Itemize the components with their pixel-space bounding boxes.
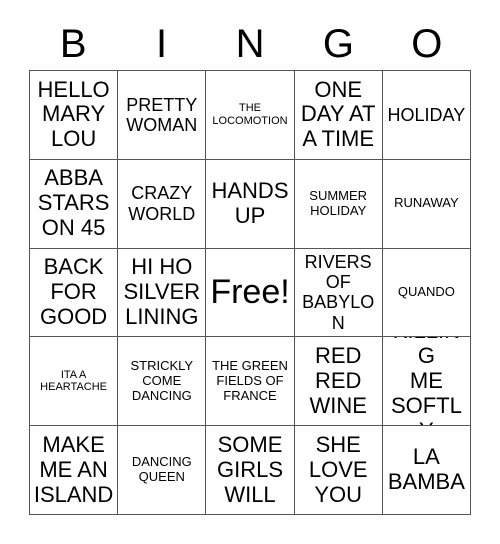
bingo-cell-label: THE GREEN FIELDS OF FRANCE — [212, 358, 288, 403]
bingo-cell[interactable]: RUNAWAY — [382, 159, 471, 249]
bingo-header-letter-o: O — [411, 22, 443, 66]
bingo-cell[interactable]: HELLO MARY LOU — [30, 71, 119, 160]
bingo-cell[interactable]: THE LOCOMOTION — [206, 71, 295, 160]
bingo-cell-label: HOLIDAY — [387, 104, 466, 125]
bingo-header-letter-b: B — [59, 22, 87, 66]
bingo-cell[interactable]: THE GREEN FIELDS OF FRANCE — [206, 337, 295, 427]
bingo-cell[interactable]: PRETTY WOMAN — [118, 71, 207, 160]
bingo-cell[interactable]: HOLIDAY — [382, 71, 471, 160]
bingo-cell[interactable]: ONE DAY AT A TIME — [294, 71, 383, 160]
bingo-header-letter-n: N — [235, 22, 265, 66]
bingo-cell[interactable]: STRICKLY COME DANCING — [118, 337, 207, 427]
bingo-cell[interactable]: BACK FOR GOOD — [30, 248, 119, 338]
bingo-cell[interactable]: HI HO SILVER LINING — [118, 248, 207, 338]
bingo-cell-label: RUNAWAY — [394, 195, 459, 211]
bingo-cell[interactable]: RED RED WINE — [294, 337, 383, 427]
bingo-cell-label: SOME GIRLS WILL — [216, 431, 283, 507]
bingo-cell-label: ONE DAY AT A TIME — [300, 76, 376, 152]
bingo-cell-label: SUMMER HOLIDAY — [309, 188, 368, 218]
bingo-cell-label: RED RED WINE — [309, 343, 367, 418]
bingo-header: BINGO — [29, 18, 471, 70]
bingo-cell[interactable]: SOME GIRLS WILL — [206, 426, 295, 515]
bingo-cell-free[interactable]: Free! — [206, 248, 295, 338]
bingo-cell-label: Free! — [210, 273, 290, 312]
bingo-cell-label: PRETTY WOMAN — [126, 94, 198, 135]
bingo-card: B I N G O HELLO MARY LOU PRETTY WOMAN THE LOCO… — [0, 0, 500, 544]
bingo-cell[interactable]: DANCING QUEEN — [118, 426, 207, 515]
bingo-cell-label: SHE LOVE YOU — [308, 431, 368, 507]
bingo-cell-label: QUANDO — [397, 284, 455, 300]
bingo-cell[interactable]: KILLING ME SOFTLY — [382, 337, 471, 427]
bingo-cell[interactable]: SUMMER HOLIDAY — [294, 159, 383, 249]
bingo-cell-label: HANDS UP — [211, 177, 289, 228]
bingo-cell[interactable]: SHE LOVE YOU — [294, 426, 383, 515]
bingo-cell-label: HI HO SILVER LINING — [123, 254, 201, 329]
bingo-cell-label: RIVERS OF BABYLON — [302, 251, 375, 333]
bingo-cell-label: LA BAMBA — [387, 444, 465, 495]
bingo-cell[interactable]: RIVERS OF BABYLON — [294, 248, 383, 338]
bingo-cell-label: DANCING QUEEN — [131, 454, 192, 485]
bingo-cell[interactable]: LA BAMBA — [382, 426, 471, 515]
bingo-cell[interactable]: QUANDO — [382, 248, 471, 338]
bingo-cell-label: ITA A HEARTACHE — [40, 368, 107, 394]
bingo-header-letter-i: I — [156, 22, 168, 66]
bingo-cell[interactable]: MAKE ME AN ISLAND — [30, 426, 119, 515]
bingo-cell[interactable]: CRAZY WORLD — [118, 159, 207, 249]
bingo-cell-label: STRICKLY COME DANCING — [130, 358, 194, 403]
bingo-cell-label: HELLO MARY LOU — [37, 76, 110, 152]
bingo-cell-label: THE LOCOMOTION — [212, 102, 288, 127]
bingo-cell-label: BACK FOR GOOD — [39, 254, 108, 329]
bingo-cell-label: KILLING ME SOFTLY — [390, 337, 462, 425]
bingo-cell-label: ABBA STARS ON 45 — [37, 165, 110, 241]
bingo-cell[interactable]: HANDS UP — [206, 159, 295, 249]
bingo-header-letter-g: G — [322, 22, 354, 66]
bingo-cell[interactable]: ITA A HEARTACHE — [30, 337, 119, 427]
bingo-cell[interactable]: ABBA STARS ON 45 — [30, 159, 119, 249]
bingo-cell-label: CRAZY WORLD — [128, 183, 196, 224]
bingo-grid: HELLO MARY LOU PRETTY WOMAN THE LOCOMOTION… — [29, 70, 471, 515]
bingo-cell-label: MAKE ME AN ISLAND — [33, 431, 114, 507]
